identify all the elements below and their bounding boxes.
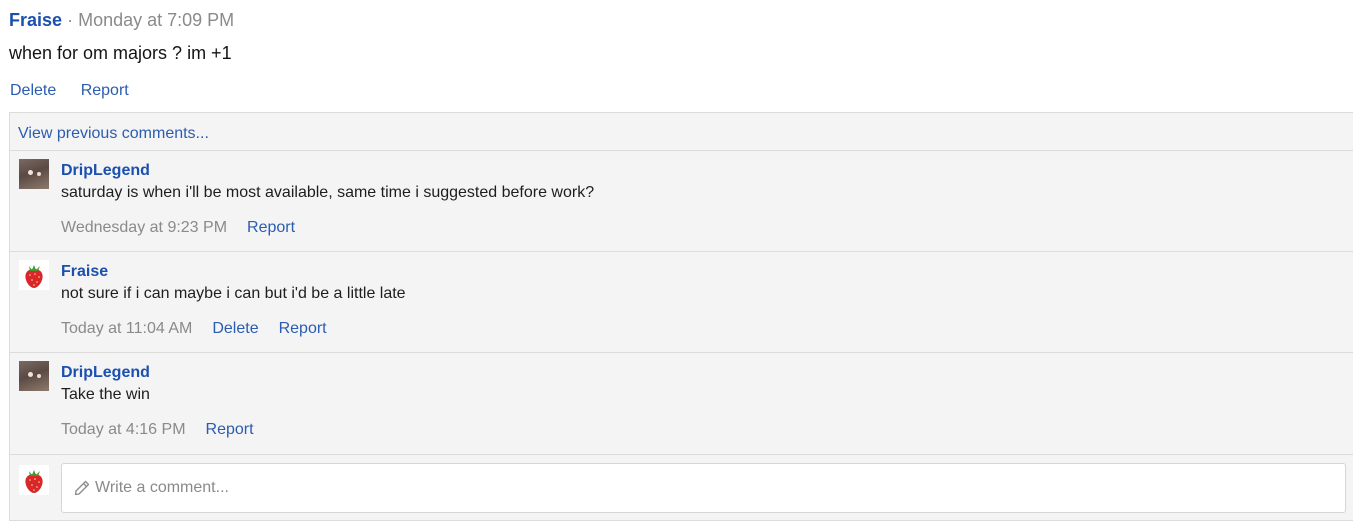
comment-composer: Write a comment... xyxy=(10,454,1353,521)
comment-meta: Wednesday at 9:23 PM Report xyxy=(61,217,295,239)
comment-report-link[interactable]: Report xyxy=(247,219,295,236)
post-timestamp[interactable]: Monday at 7:09 PM xyxy=(78,10,234,30)
comment-text: saturday is when i'll be most available,… xyxy=(61,184,595,201)
post-separator: · xyxy=(67,10,74,30)
post-header: Fraise · Monday at 7:09 PM xyxy=(9,8,234,32)
comment-text: not sure if i can maybe i can but i'd be… xyxy=(61,285,406,302)
comment-delete-link[interactable]: Delete xyxy=(212,320,258,337)
post-delete-link[interactable]: Delete xyxy=(10,82,56,99)
post-actions: Delete Report xyxy=(10,80,129,102)
strawberry-icon xyxy=(25,265,43,288)
avatar[interactable] xyxy=(19,361,49,391)
comment-meta: Today at 11:04 AM Delete Report xyxy=(61,318,327,340)
comment-meta: Today at 4:16 PM Report xyxy=(61,419,254,441)
post-body: when for om majors ? im +1 xyxy=(9,43,232,63)
comment-item: DripLegend Take the win Today at 4:16 PM… xyxy=(10,352,1353,453)
comment-author-link[interactable]: Fraise xyxy=(61,262,108,282)
comment-author-link[interactable]: DripLegend xyxy=(61,363,150,383)
avatar[interactable] xyxy=(19,260,49,290)
post-author-link[interactable]: Fraise xyxy=(9,10,62,30)
comment-item: DripLegend saturday is when i'll be most… xyxy=(10,150,1353,251)
comment-timestamp[interactable]: Wednesday at 9:23 PM xyxy=(61,219,227,236)
comment-timestamp[interactable]: Today at 11:04 AM xyxy=(61,320,192,337)
pencil-icon xyxy=(74,480,90,496)
comment-item: Fraise not sure if i can maybe i can but… xyxy=(10,251,1353,352)
comment-report-link[interactable]: Report xyxy=(279,320,327,337)
post-report-link[interactable]: Report xyxy=(81,82,129,99)
view-previous-comments-link[interactable]: View previous comments... xyxy=(18,123,209,145)
strawberry-icon xyxy=(25,470,43,493)
comment-input[interactable]: Write a comment... xyxy=(61,463,1346,513)
comment-input-placeholder: Write a comment... xyxy=(95,479,229,496)
comment-timestamp[interactable]: Today at 4:16 PM xyxy=(61,421,186,438)
comments-panel: View previous comments... DripLegend sat… xyxy=(9,112,1353,521)
comment-report-link[interactable]: Report xyxy=(206,421,254,438)
avatar[interactable] xyxy=(19,159,49,189)
comment-text: Take the win xyxy=(61,386,150,403)
comment-author-link[interactable]: DripLegend xyxy=(61,161,150,181)
avatar xyxy=(19,465,49,495)
